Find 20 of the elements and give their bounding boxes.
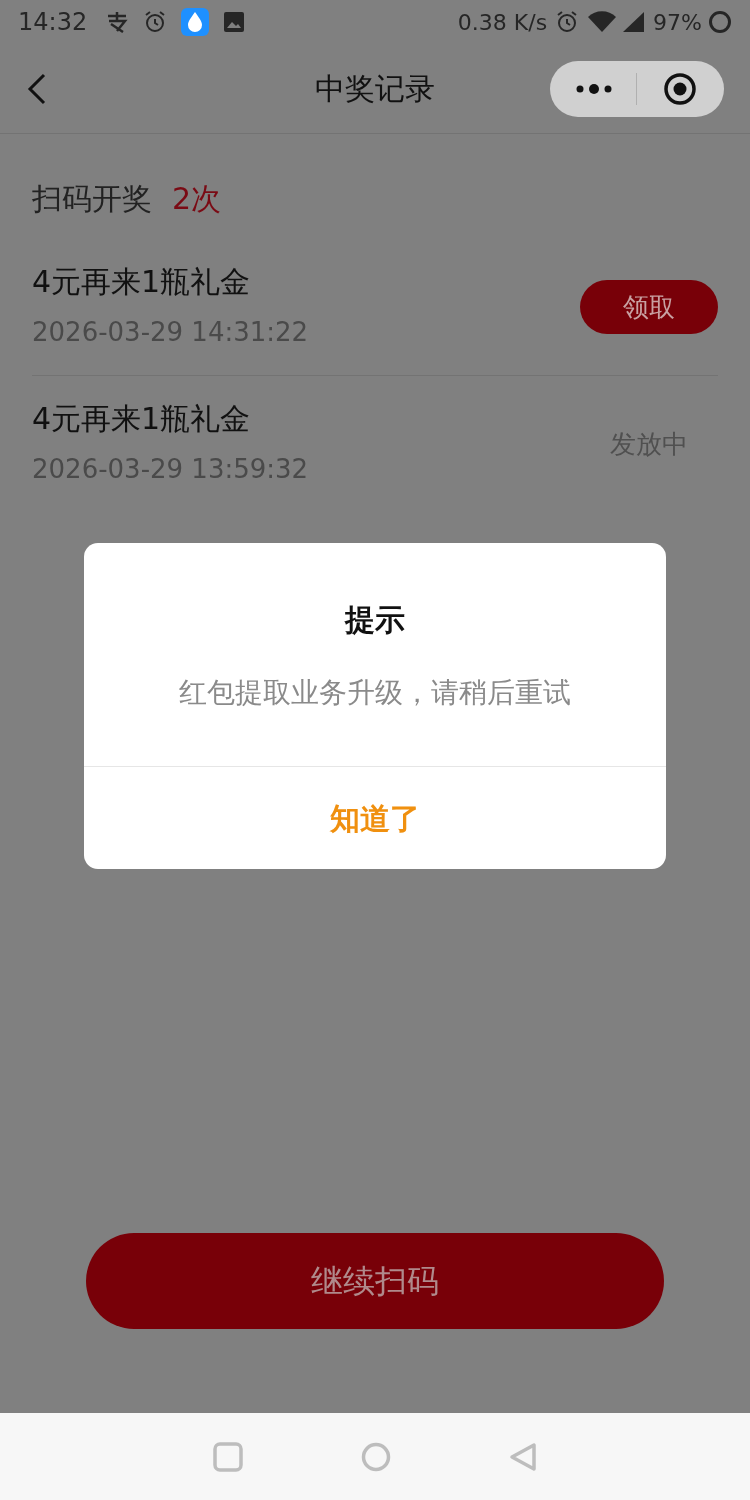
- summary-count: 2次: [172, 180, 222, 218]
- prize-name: 4元再来1瓶礼金: [32, 400, 252, 438]
- claim-button[interactable]: 领取: [580, 280, 718, 334]
- back-icon[interactable]: [26, 72, 48, 105]
- signal-icon: [621, 11, 646, 33]
- image-icon: [223, 11, 246, 33]
- summary-label: 扫码开奖: [32, 180, 152, 218]
- dialog-confirm-button[interactable]: 知道了: [84, 767, 666, 869]
- page-title: 中奖记录: [315, 70, 435, 108]
- battery-icon: [708, 10, 732, 34]
- water-drop-icon: [181, 8, 210, 36]
- more-icon[interactable]: [576, 83, 612, 94]
- network-speed: 0.38 K/s: [457, 8, 548, 37]
- battery-level: 97%: [653, 8, 702, 37]
- status-time: 14:32: [18, 7, 88, 38]
- dialog-title: 提示: [345, 601, 405, 639]
- dialog-message: 红包提取业务升级，请稍后重试: [179, 675, 571, 711]
- continue-scan-button[interactable]: 继续扫码: [86, 1233, 664, 1329]
- wifi-icon: [587, 11, 618, 33]
- prize-name: 4元再来1瓶礼金: [32, 263, 252, 301]
